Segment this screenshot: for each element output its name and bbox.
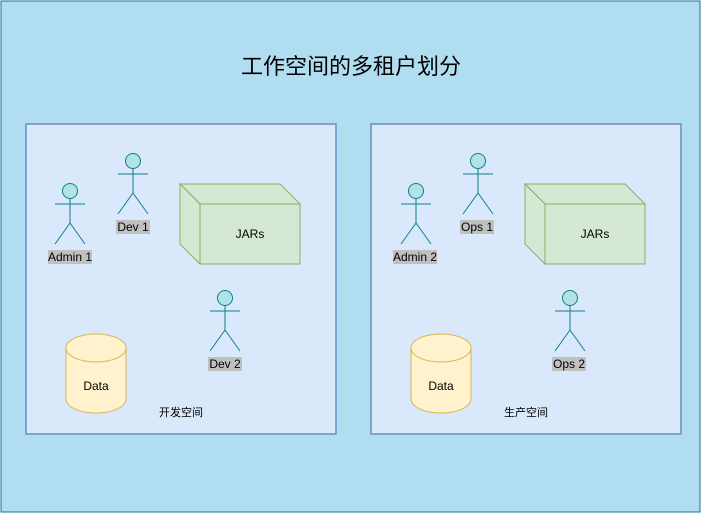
jars-cube-dev [178, 182, 302, 266]
zone-prod-label: 生产空间 [504, 405, 548, 419]
zone-dev: Admin 1 Dev 1 Dev 2 JARs Data 开发空间 [25, 123, 337, 435]
actor-dev-1-label: Dev 1 [117, 220, 149, 234]
actor-admin-1-label: Admin 1 [48, 250, 92, 264]
data-dev-label: Data [83, 379, 109, 393]
diagram-title: 工作空间的多租户划分 [241, 55, 461, 80]
zone-dev-label: 开发空间 [159, 405, 203, 419]
actor-dev-2-label: Dev 2 [209, 357, 241, 371]
diagram-canvas: 工作空间的多租户划分 Admin 1 Dev 1 Dev 2 JARs Data… [0, 0, 701, 513]
data-cylinder-dev [65, 333, 127, 414]
actor-ops-1-label: Ops 1 [461, 220, 493, 234]
data-cylinder-prod [410, 333, 472, 414]
zone-prod: Admin 2 Ops 1 Ops 2 JARs Data 生产空间 [370, 123, 682, 435]
actor-admin-2-label: Admin 2 [393, 250, 437, 264]
jars-cube-prod [523, 182, 647, 266]
jars-dev-label: JARs [236, 227, 265, 241]
actor-head [62, 183, 78, 199]
data-prod-label: Data [428, 379, 454, 393]
actor-ops-2-label: Ops 2 [553, 357, 585, 371]
jars-prod-label: JARs [581, 227, 610, 241]
